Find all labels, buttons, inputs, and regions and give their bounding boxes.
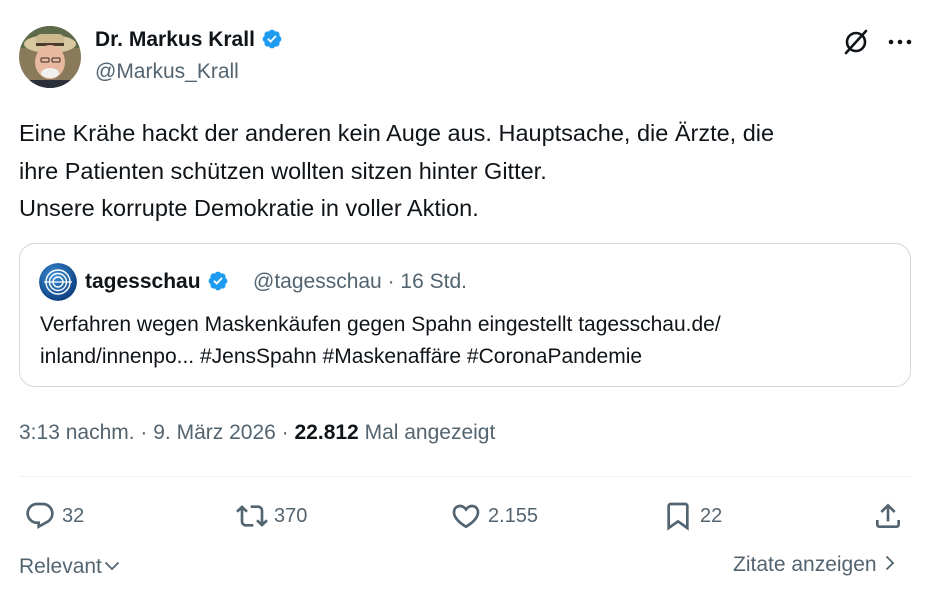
quote-avatar	[39, 263, 77, 301]
quote-time: 16 Std.	[400, 270, 467, 293]
tweet-time[interactable]: 3:13 nachm.	[19, 421, 135, 444]
show-quotes-link[interactable]: Zitate anzeigen	[733, 553, 895, 577]
like-count: 2.155	[488, 504, 539, 527]
verified-badge-icon	[261, 28, 283, 56]
meta-separator: ·	[134, 421, 154, 444]
divider	[19, 476, 911, 477]
reply-button[interactable]: 32	[24, 500, 84, 532]
author-handle[interactable]: @Markus_Krall	[95, 60, 239, 84]
author-name[interactable]: Dr. Markus Krall	[95, 28, 255, 51]
quoted-tweet[interactable]: tagesschau @tagesschau · 16 Std. Verfahr…	[19, 243, 911, 387]
verified-badge-icon	[207, 270, 229, 298]
relevant-dropdown[interactable]: Relevant	[19, 553, 120, 579]
bookmark-button[interactable]: 22	[662, 500, 722, 532]
tweet-meta: 3:13 nachm. · 9. März 2026 · 22.812 Mal …	[19, 421, 495, 445]
views-label: Mal angezeigt	[364, 421, 496, 444]
quote-meta: @tagesschau · 16 Std.	[253, 270, 467, 294]
views-count: 22.812	[294, 421, 359, 444]
quote-separator: ·	[381, 270, 401, 293]
reply-icon	[26, 502, 54, 529]
bookmark-icon	[667, 502, 689, 531]
reply-count: 32	[62, 504, 85, 527]
quote-handle: @tagesschau	[253, 270, 382, 293]
author-name-row[interactable]: Dr. Markus Krall	[95, 28, 283, 56]
author-avatar[interactable]	[19, 26, 81, 88]
repost-count: 370	[274, 504, 308, 527]
tweet-date[interactable]: 9. März 2026	[153, 421, 276, 444]
more-icon[interactable]	[886, 28, 914, 56]
repost-button[interactable]: 370	[236, 500, 307, 532]
quote-author-name-row: tagesschau	[85, 270, 229, 298]
tweet-text: Eine Krähe hackt der anderen kein Auge a…	[19, 120, 775, 221]
share-button[interactable]	[872, 500, 910, 532]
share-icon	[876, 503, 900, 528]
chevron-right-icon	[885, 553, 895, 577]
relevant-label: Relevant	[19, 555, 102, 578]
like-icon	[452, 504, 480, 529]
repost-icon	[236, 505, 268, 527]
like-button[interactable]: 2.155	[450, 500, 538, 532]
bookmark-count: 22	[700, 504, 723, 527]
grok-icon[interactable]	[842, 28, 870, 56]
chevron-down-icon	[104, 553, 120, 577]
meta-separator: ·	[275, 421, 295, 444]
show-quotes-label: Zitate anzeigen	[733, 553, 877, 576]
quote-author-name: tagesschau	[85, 270, 201, 293]
quote-text: Verfahren wegen Maskenkäufen gegen Spahn…	[40, 313, 721, 368]
